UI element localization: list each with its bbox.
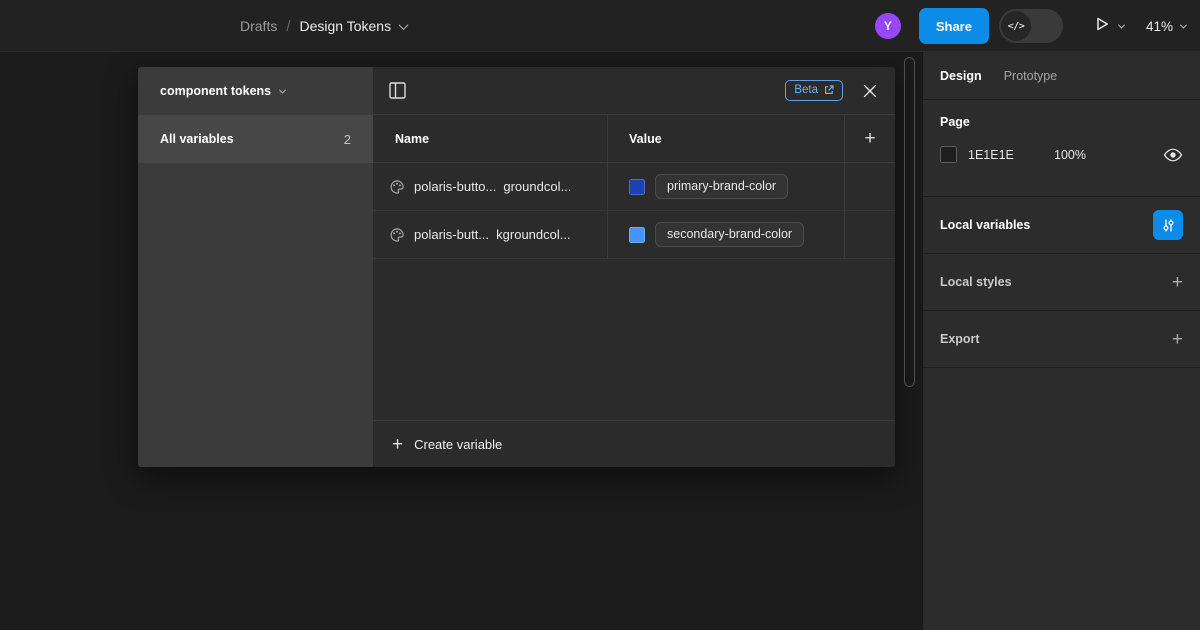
avatar[interactable]: Y bbox=[875, 13, 901, 39]
table-empty-area bbox=[373, 259, 895, 420]
share-button[interactable]: Share bbox=[919, 8, 989, 44]
variable-value-cell[interactable]: secondary-brand-color bbox=[608, 211, 845, 258]
toggle-sidebar-icon[interactable] bbox=[389, 82, 406, 99]
toolbar: Drafts / Design Tokens Y Share </> 41% bbox=[0, 0, 1200, 52]
export-section: Export + bbox=[923, 311, 1200, 368]
chevron-down-icon bbox=[279, 86, 286, 93]
create-variable-label: Create variable bbox=[414, 437, 502, 452]
breadcrumb-drafts[interactable]: Drafts bbox=[240, 18, 277, 34]
add-mode-cell: + bbox=[845, 115, 895, 162]
variable-count: 2 bbox=[344, 132, 351, 147]
variables-toolbar: Beta bbox=[373, 67, 895, 115]
palette-icon bbox=[389, 179, 405, 195]
present-button[interactable] bbox=[1093, 15, 1124, 38]
chevron-down-icon[interactable] bbox=[399, 20, 409, 30]
collection-name: component tokens bbox=[160, 84, 271, 98]
table-row[interactable]: polaris-butto... groundcol... primary-bra… bbox=[373, 163, 895, 211]
export-label: Export bbox=[940, 332, 980, 346]
value-alias-pill[interactable]: secondary-brand-color bbox=[655, 222, 804, 247]
zoom-menu[interactable]: 41% bbox=[1146, 19, 1186, 34]
sidebar-item-label: All variables bbox=[160, 132, 234, 146]
variables-sidebar: component tokens All variables 2 bbox=[138, 67, 373, 467]
local-styles-section: Local styles + bbox=[923, 254, 1200, 311]
page-color-swatch[interactable] bbox=[940, 146, 957, 163]
open-variables-button[interactable] bbox=[1153, 210, 1183, 240]
palette-icon bbox=[389, 227, 405, 243]
external-link-icon bbox=[824, 85, 834, 95]
inspector-tabs: Design Prototype bbox=[923, 52, 1200, 100]
canvas-scrollbar[interactable] bbox=[904, 57, 915, 387]
variable-name-start: polaris-butto... bbox=[414, 179, 496, 194]
add-style-button[interactable]: + bbox=[1172, 273, 1183, 292]
tab-design[interactable]: Design bbox=[940, 69, 982, 83]
variable-name-cell[interactable]: polaris-butt... kgroundcol... bbox=[373, 211, 608, 258]
page-color-hex-field[interactable]: 1E1E1E bbox=[968, 148, 1054, 162]
visibility-eye-icon[interactable] bbox=[1163, 148, 1183, 162]
create-variable-button[interactable]: + Create variable bbox=[373, 420, 895, 467]
row-extra-cell bbox=[845, 211, 895, 258]
chevron-down-icon bbox=[1118, 21, 1125, 28]
sidebar-item-all-variables[interactable]: All variables 2 bbox=[138, 115, 373, 163]
file-title[interactable]: Design Tokens bbox=[300, 18, 392, 34]
value-alias-pill[interactable]: primary-brand-color bbox=[655, 174, 788, 199]
color-swatch[interactable] bbox=[629, 227, 645, 243]
local-styles-label: Local styles bbox=[940, 275, 1012, 289]
beta-label: Beta bbox=[794, 84, 818, 96]
page-section: Page 1E1E1E 100% bbox=[923, 100, 1200, 197]
table-header: Name Value + bbox=[373, 115, 895, 163]
row-extra-cell bbox=[845, 163, 895, 210]
collection-selector[interactable]: component tokens bbox=[138, 67, 373, 115]
page-opacity-field[interactable]: 100% bbox=[1054, 148, 1163, 162]
variable-name-cell[interactable]: polaris-butto... groundcol... bbox=[373, 163, 608, 210]
close-icon[interactable] bbox=[863, 84, 877, 98]
column-header-value: Value bbox=[608, 115, 845, 162]
breadcrumb-separator: / bbox=[286, 18, 290, 35]
sliders-icon bbox=[1161, 218, 1176, 233]
zoom-level: 41% bbox=[1146, 19, 1173, 34]
column-header-name: Name bbox=[373, 115, 608, 162]
variable-name-end: groundcol... bbox=[503, 179, 571, 194]
tab-prototype[interactable]: Prototype bbox=[1004, 69, 1058, 83]
table-row[interactable]: polaris-butt... kgroundcol... secondary-b… bbox=[373, 211, 895, 259]
color-swatch[interactable] bbox=[629, 179, 645, 195]
variable-name-start: polaris-butt... bbox=[414, 227, 489, 242]
local-variables-section: Local variables bbox=[923, 197, 1200, 254]
add-export-button[interactable]: + bbox=[1172, 330, 1183, 349]
variables-table-panel: Beta Name Value + bbox=[373, 67, 895, 467]
canvas[interactable]: component tokens All variables 2 Beta bbox=[0, 52, 922, 630]
variables-modal: component tokens All variables 2 Beta bbox=[138, 67, 895, 467]
breadcrumb: Drafts / Design Tokens bbox=[240, 0, 407, 52]
page-section-title: Page bbox=[940, 115, 1183, 129]
plus-icon: + bbox=[392, 435, 403, 454]
variable-value-cell[interactable]: primary-brand-color bbox=[608, 163, 845, 210]
beta-badge[interactable]: Beta bbox=[785, 80, 843, 101]
page-color-row: 1E1E1E 100% bbox=[940, 146, 1183, 163]
play-icon bbox=[1093, 15, 1111, 38]
variable-name-end: kgroundcol... bbox=[496, 227, 570, 242]
toolbar-right-cluster: Y Share </> 41% bbox=[875, 0, 1186, 52]
inspector-panel: Design Prototype Page 1E1E1E 100% Local … bbox=[922, 52, 1200, 630]
local-variables-label: Local variables bbox=[940, 218, 1030, 232]
add-mode-button[interactable]: + bbox=[864, 129, 875, 148]
chevron-down-icon bbox=[1180, 21, 1187, 28]
code-icon: </> bbox=[1001, 11, 1031, 41]
dev-mode-toggle[interactable]: </> bbox=[999, 9, 1063, 43]
